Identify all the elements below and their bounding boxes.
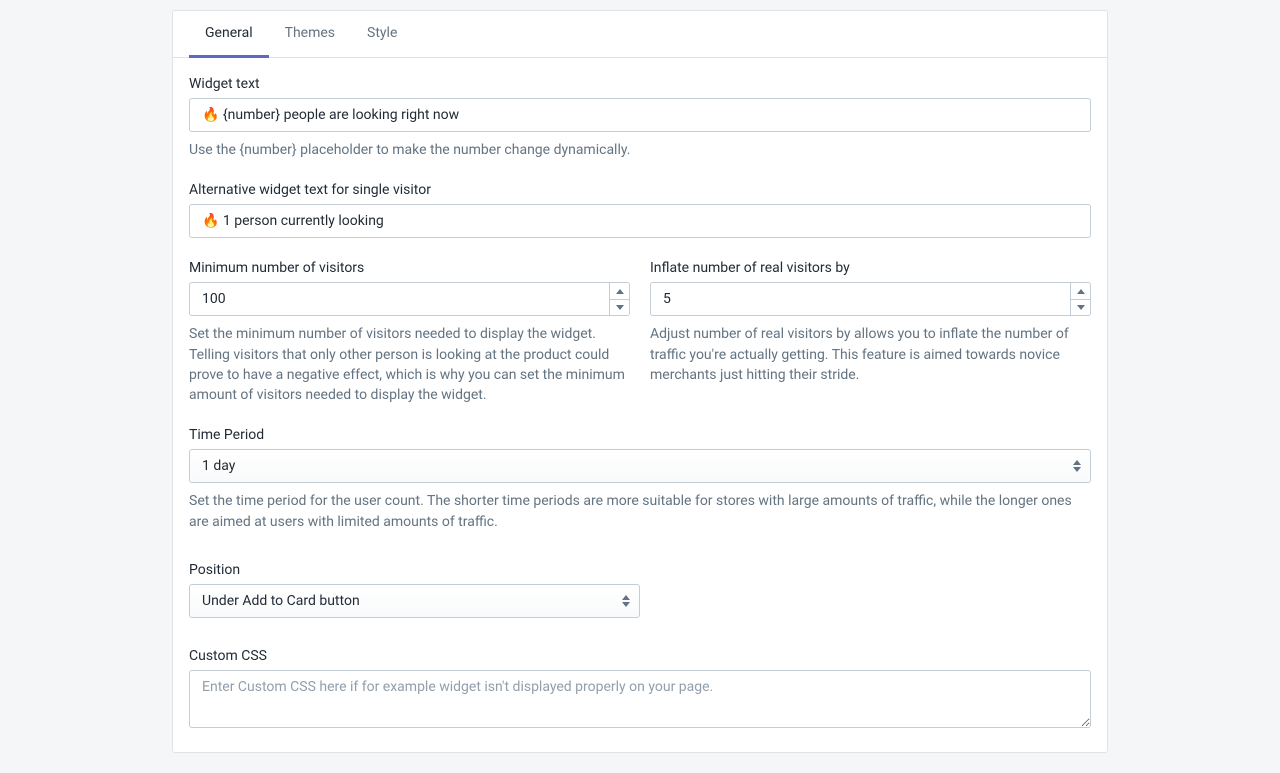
min-visitors-down[interactable] — [610, 300, 629, 316]
alt-text-input[interactable] — [189, 204, 1091, 238]
position-select[interactable]: Under Add to Card button — [189, 584, 640, 618]
min-visitors-up[interactable] — [610, 283, 629, 300]
inflate-spinner — [1070, 283, 1090, 315]
field-time-period: Time Period 1 day Set the time period fo… — [189, 427, 1091, 532]
field-widget-text: Widget text Use the {number} placeholder… — [189, 76, 1091, 160]
widget-text-label: Widget text — [189, 76, 1091, 92]
time-period-select[interactable]: 1 day — [189, 449, 1091, 483]
inflate-help: Adjust number of real visitors by allows… — [650, 324, 1091, 385]
tab-content: Widget text Use the {number} placeholder… — [173, 58, 1107, 752]
field-alt-text: Alternative widget text for single visit… — [189, 182, 1091, 238]
field-custom-css: Custom CSS — [189, 648, 1091, 732]
inflate-input[interactable] — [650, 282, 1091, 316]
field-min-visitors: Minimum number of visitors Set the minim… — [189, 260, 630, 405]
tab-style[interactable]: Style — [351, 11, 413, 58]
time-period-label: Time Period — [189, 427, 1091, 443]
min-visitors-spinner — [609, 283, 629, 315]
tab-themes[interactable]: Themes — [269, 11, 351, 58]
widget-text-input[interactable] — [189, 98, 1091, 132]
chevron-up-icon — [616, 289, 624, 294]
time-period-help: Set the time period for the user count. … — [189, 491, 1091, 532]
min-visitors-label: Minimum number of visitors — [189, 260, 630, 276]
inflate-up[interactable] — [1071, 283, 1090, 300]
chevron-up-icon — [1077, 289, 1085, 294]
tabs: General Themes Style — [173, 11, 1107, 58]
min-visitors-input[interactable] — [189, 282, 630, 316]
custom-css-label: Custom CSS — [189, 648, 1091, 664]
min-visitors-help: Set the minimum number of visitors neede… — [189, 324, 630, 405]
field-inflate: Inflate number of real visitors by Adjus… — [650, 260, 1091, 405]
position-label: Position — [189, 562, 1091, 578]
chevron-down-icon — [616, 305, 624, 310]
tab-general[interactable]: General — [189, 11, 269, 58]
inflate-down[interactable] — [1071, 300, 1090, 316]
chevron-down-icon — [1077, 305, 1085, 310]
widget-text-help: Use the {number} placeholder to make the… — [189, 140, 1091, 160]
alt-text-label: Alternative widget text for single visit… — [189, 182, 1091, 198]
row-visitors: Minimum number of visitors Set the minim… — [189, 260, 1091, 405]
inflate-label: Inflate number of real visitors by — [650, 260, 1091, 276]
settings-card: General Themes Style Widget text Use the… — [172, 10, 1108, 753]
custom-css-textarea[interactable] — [189, 670, 1091, 728]
field-position: Position Under Add to Card button — [189, 562, 1091, 618]
